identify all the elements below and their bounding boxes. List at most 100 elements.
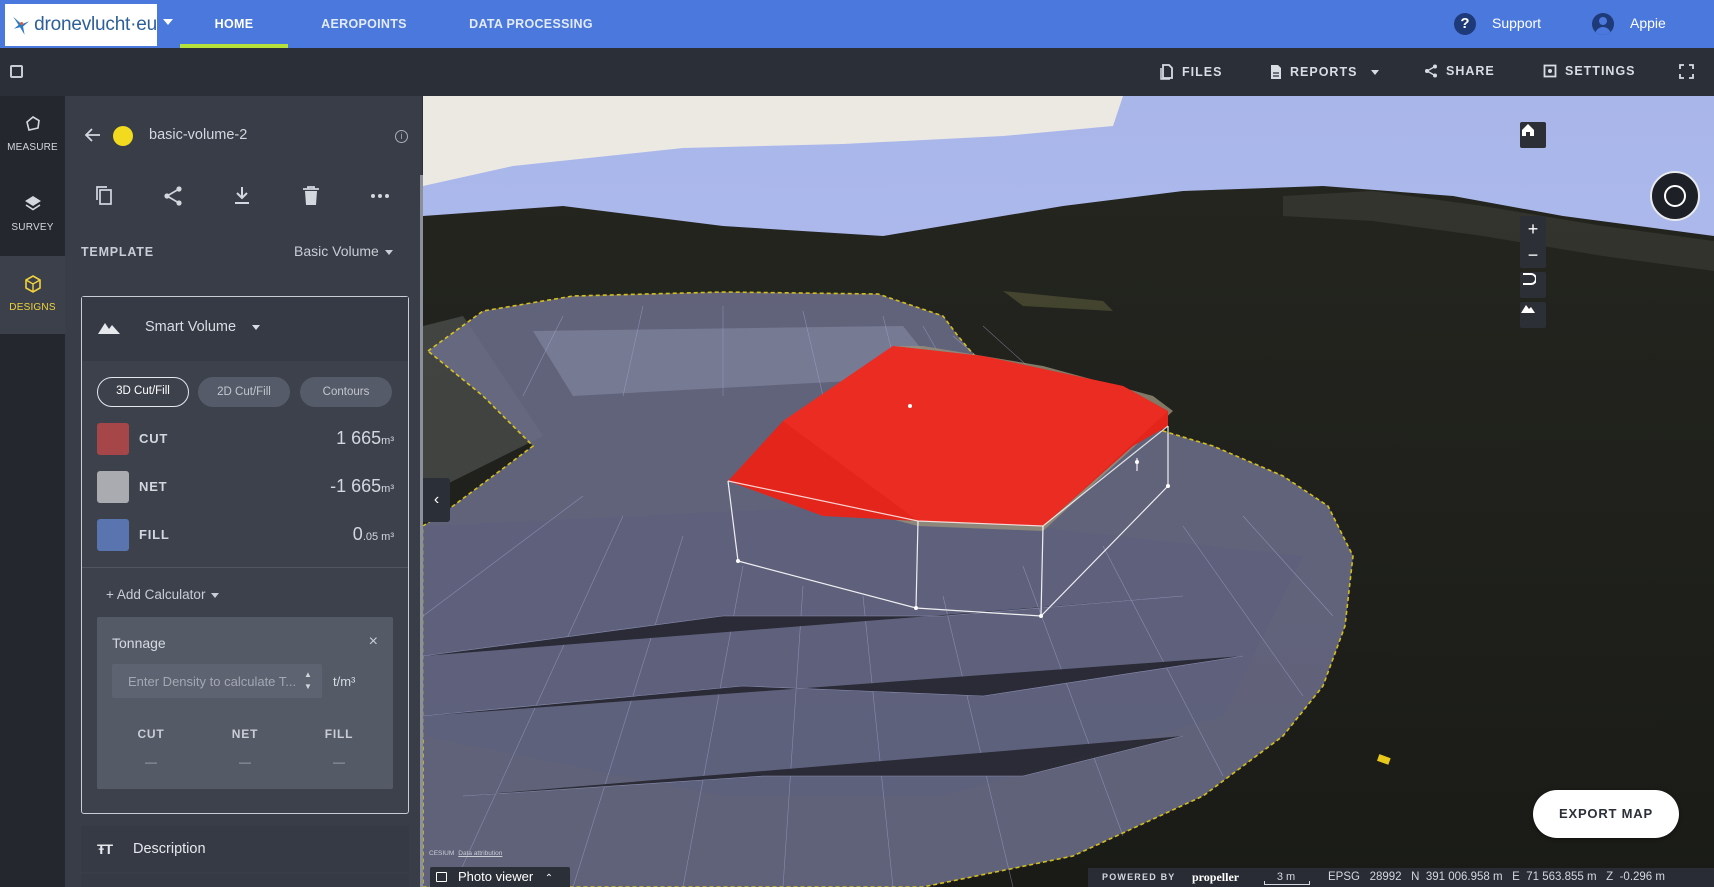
rotate-view-button[interactable]	[1520, 272, 1546, 298]
template-value: Basic Volume	[294, 243, 379, 259]
tonnage-cut-value: —	[145, 755, 157, 769]
compass-control[interactable]	[1650, 171, 1700, 221]
template-select[interactable]: Basic Volume	[294, 243, 393, 259]
terrain-toggle-button[interactable]	[1520, 302, 1546, 328]
settings-label: SETTINGS	[1565, 64, 1636, 78]
mode-3d-cut-fill[interactable]: 3D Cut/Fill	[97, 377, 189, 407]
powered-by-label: POWERED BY	[1102, 872, 1176, 882]
download-icon[interactable]	[230, 184, 254, 208]
data-attribution-link[interactable]: Data attribution	[458, 850, 502, 857]
share-icon[interactable]	[161, 184, 185, 208]
measurement-color-dot[interactable]	[113, 126, 133, 146]
epsg-label: EPSG	[1328, 871, 1360, 883]
rail-label-designs: DESIGNS	[9, 302, 56, 313]
files-button[interactable]: FILES	[1160, 64, 1222, 80]
card-title-caret-icon	[252, 324, 261, 330]
mode-2d-cut-fill[interactable]: 2D Cut/Fill	[198, 377, 290, 407]
collapse-panel-icon[interactable]	[10, 65, 23, 78]
home-view-button[interactable]	[1520, 122, 1546, 148]
nav-tab-home[interactable]: HOME	[180, 0, 288, 48]
left-rail: MEASURE SURVEY DESIGNS	[0, 96, 65, 887]
fill-unit: m³	[378, 531, 394, 543]
photo-viewer-label: Photo viewer	[458, 869, 534, 884]
brand-menu-caret-icon[interactable]	[163, 19, 173, 25]
terrain-3d-view[interactable]	[423, 96, 1714, 887]
hexagon-icon	[25, 116, 40, 131]
settings-button[interactable]: SETTINGS	[1543, 64, 1636, 78]
map-viewport[interactable]: + − ‹ EXPORT MAP CESIUM Data attribution …	[423, 96, 1714, 887]
cube-icon	[24, 275, 41, 293]
cesium-credit: CESIUM Data attribution	[429, 850, 502, 857]
tonnage-net-label: NET	[231, 727, 259, 741]
nav-tab-aeropoints[interactable]: AEROPOINTS	[312, 0, 416, 48]
reports-button[interactable]: REPORTS	[1270, 64, 1380, 80]
brand-logo[interactable]: dronevlucht·eu	[5, 4, 157, 46]
mode-contours[interactable]: Contours	[300, 377, 392, 407]
card-header[interactable]: Smart Volume	[82, 297, 408, 361]
logo-text: dronevlucht·eu	[34, 14, 157, 35]
density-input[interactable]	[112, 664, 322, 698]
rail-item-designs[interactable]: DESIGNS	[0, 256, 65, 334]
cesium-logo-text: CESIUM	[429, 850, 455, 857]
tonnage-net-value: —	[239, 755, 251, 769]
nav-tab-data-processing[interactable]: DATA PROCESSING	[464, 0, 598, 48]
fill-swatch[interactable]	[97, 519, 129, 551]
fill-value-number: 0	[352, 524, 363, 544]
close-icon[interactable]: ×	[369, 633, 378, 651]
cut-swatch[interactable]	[97, 423, 129, 455]
share-label: SHARE	[1446, 64, 1495, 78]
measurement-name[interactable]: basic-volume-2	[149, 127, 247, 143]
reports-caret-icon	[1371, 69, 1380, 75]
share-icon	[1425, 64, 1437, 78]
tonnage-fill-label: FILL	[324, 727, 354, 741]
report-icon	[1271, 65, 1281, 79]
chevron-left-icon[interactable]: ‹	[423, 478, 450, 522]
card-title[interactable]: Smart Volume	[145, 319, 261, 335]
help-icon[interactable]: ?	[1454, 13, 1476, 35]
home-icon	[1522, 124, 1534, 136]
trash-icon[interactable]	[299, 184, 323, 208]
more-icon[interactable]	[368, 184, 392, 208]
add-calculator-button[interactable]: + Add Calculator	[106, 587, 220, 602]
mountain-icon	[1521, 305, 1535, 313]
map-toolbar: FILES REPORTS SHARE SETTINGS	[0, 48, 1714, 96]
description-section[interactable]: ŦT Description	[81, 826, 409, 872]
zoom-in-button[interactable]: +	[1520, 216, 1546, 242]
easting-label: E	[1512, 871, 1520, 883]
top-nav: dronevlucht·eu HOME AEROPOINTS DATA PROC…	[0, 0, 1714, 48]
template-caret-icon	[384, 249, 393, 255]
photo-viewer-toggle[interactable]: Photo viewer ⌃	[430, 867, 570, 887]
rail-item-survey[interactable]: SURVEY	[0, 176, 65, 254]
chevron-up-icon: ⌃	[544, 873, 554, 884]
density-stepper[interactable]: ▲ ▼	[302, 669, 314, 695]
settings-icon	[1543, 64, 1557, 78]
back-arrow-icon[interactable]	[84, 126, 102, 144]
file-icon	[1160, 64, 1173, 80]
fill-label: FILL	[139, 527, 170, 542]
epsg-value: 28992	[1369, 871, 1402, 883]
elevation-value: -0.296 m	[1619, 871, 1665, 883]
net-label: NET	[139, 479, 168, 494]
coords-readout: EPSG 28992 N 391 006.958 m E 71 563.855 …	[1328, 868, 1665, 887]
share-button[interactable]: SHARE	[1424, 64, 1495, 78]
tonnage-cut-label: CUT	[137, 727, 165, 741]
template-label: TEMPLATE	[81, 245, 154, 259]
description-label: Description	[133, 841, 206, 857]
support-link[interactable]: Support	[1492, 15, 1541, 31]
zoom-out-button[interactable]: −	[1520, 242, 1546, 268]
globe-icon	[1664, 185, 1686, 207]
coordinate-status-bar: POWERED BY propeller 3 m EPSG 28992 N 39…	[1088, 868, 1714, 887]
fullscreen-icon[interactable]	[1679, 64, 1694, 79]
net-swatch[interactable]	[97, 471, 129, 503]
copy-icon[interactable]	[92, 184, 116, 208]
rotate-icon	[1523, 273, 1536, 285]
card-title-text: Smart Volume	[145, 319, 237, 335]
rail-label-measure: MEASURE	[7, 142, 58, 153]
user-avatar-icon[interactable]	[1592, 13, 1614, 35]
info-icon[interactable]: i	[395, 130, 408, 143]
easting-value: 71 563.855 m	[1526, 871, 1597, 883]
rail-item-measure[interactable]: MEASURE	[0, 96, 65, 174]
net-value-number: -1 665	[330, 476, 382, 496]
export-map-button[interactable]: EXPORT MAP	[1533, 790, 1679, 838]
user-name[interactable]: Appie	[1630, 15, 1666, 31]
